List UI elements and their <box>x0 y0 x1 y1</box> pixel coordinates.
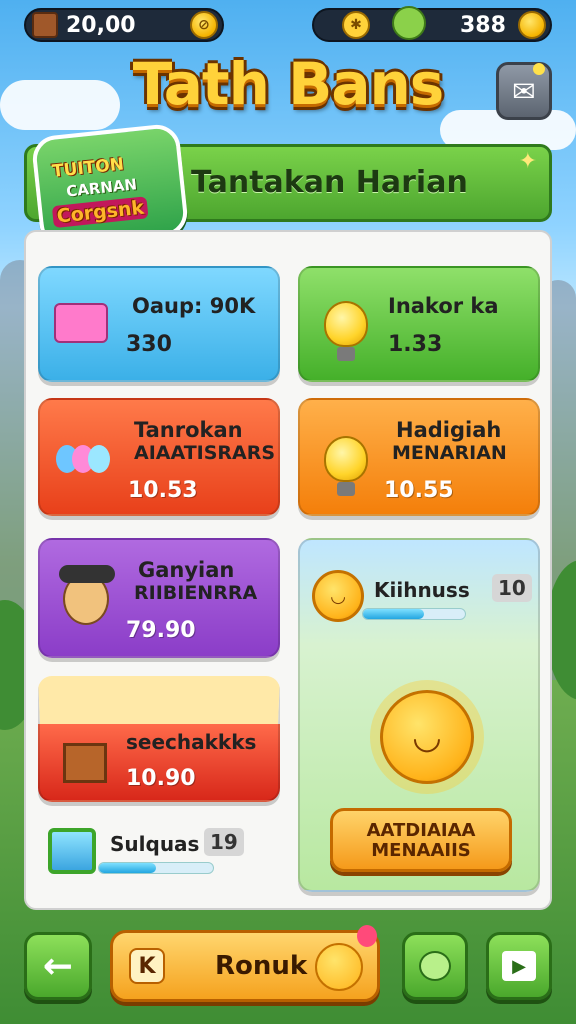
currency-right: ✱ 388 <box>312 6 552 42</box>
mascot-icon <box>315 943 363 991</box>
task-header: 1.Gutlias <box>92 682 213 714</box>
task-value: 10.55 <box>384 478 454 503</box>
main-action-label: Ronuk <box>215 951 308 981</box>
task-name-line2: AIAATISRARS <box>134 442 276 464</box>
currency-left-value: 20,00 <box>66 12 136 38</box>
streak-progress <box>362 608 466 620</box>
sun-reward-icon: ◡ <box>380 690 474 784</box>
task-value: 10.90 <box>126 766 196 791</box>
progress-bar <box>98 862 214 874</box>
task-name-line1: Tanrokan <box>134 418 243 442</box>
character-avatar-icon <box>54 554 118 644</box>
balloon-icon <box>357 925 377 947</box>
currency-left: 20,00 ⊘ <box>24 8 224 42</box>
task-card-3[interactable]: Tanrokan AIAATISRARS 10.53 <box>38 398 280 516</box>
claim-line2: MENAAIIS <box>371 840 471 861</box>
sparkle-icon: ✦ <box>518 149 537 174</box>
badge-line3: Corgsnk <box>51 196 150 229</box>
progress-label: Sulquas <box>110 832 200 856</box>
sun-mascot-icon: ◡ <box>312 570 364 622</box>
task-card-1[interactable]: Oaup: 90K 330 <box>38 266 280 382</box>
chat-bubble-icon <box>419 951 451 981</box>
gear-icon[interactable]: ✱ <box>342 11 370 39</box>
play-icon: ▶ <box>502 951 536 981</box>
lightbulb-icon <box>314 286 378 362</box>
currency-right-value: 388 <box>460 12 506 38</box>
task-card-4[interactable]: Hadigiah MENARIAN 10.55 <box>298 398 540 516</box>
streak-label: Kiihnuss <box>374 578 470 602</box>
bottom-progress: Sulquas 19 <box>44 822 280 882</box>
bottom-bar: ← K Ronuk ▶ <box>0 925 576 1006</box>
video-button[interactable]: ▶ <box>486 932 552 1000</box>
task-value: 1.33 <box>388 332 443 357</box>
chest-icon <box>32 12 58 38</box>
notification-dot <box>533 63 545 75</box>
envelope-icon: ✉ <box>512 74 536 108</box>
task-name: Oaup: 90K <box>132 294 256 318</box>
mail-button[interactable]: ✉ <box>496 62 552 120</box>
task-name-line2: RIIBIENRRA <box>134 582 258 604</box>
top-bar: 20,00 ⊘ ✱ 388 <box>0 6 576 46</box>
balloons-icon <box>48 422 118 496</box>
progress-count: 19 <box>204 828 244 856</box>
cube-icon <box>48 828 96 874</box>
banner-title: Tantakan Harian <box>191 165 468 200</box>
chat-button[interactable] <box>402 932 468 1000</box>
claim-reward-button[interactable]: AATDIAIAA MENAAIIS <box>330 808 512 872</box>
task-name: seechakkks <box>126 730 257 754</box>
task-name-line1: Ganyian <box>138 558 235 582</box>
frog-icon <box>392 6 426 40</box>
task-name: Inakor ka <box>388 294 499 318</box>
k-icon: K <box>129 948 165 984</box>
back-button[interactable]: ← <box>24 932 92 1000</box>
coin-icon[interactable] <box>518 11 546 39</box>
task-card-2[interactable]: Inakor ka 1.33 <box>298 266 540 382</box>
main-action-button[interactable]: K Ronuk <box>110 925 380 1002</box>
lightbulb-icon <box>314 420 378 498</box>
task-value: 330 <box>126 332 172 357</box>
task-name-line1: Hadigiah <box>396 418 502 442</box>
island-icon <box>50 288 112 358</box>
coin-icon[interactable]: ⊘ <box>190 11 218 39</box>
streak-count: 10 <box>492 574 532 602</box>
claim-line1: AATDIAIAA <box>366 820 476 841</box>
task-card-6[interactable]: 1.Gutlias seechakkks 10.90 <box>38 676 280 802</box>
task-value: 79.90 <box>126 618 196 643</box>
arrow-left-icon: ← <box>42 945 74 987</box>
page-title: Tath Bans <box>132 50 445 118</box>
task-value: 10.53 <box>128 478 198 503</box>
task-name-line2: MENARIAN <box>392 442 507 464</box>
crate-icon <box>50 730 120 796</box>
task-card-5[interactable]: Ganyian RIIBIENRRA 79.90 <box>38 538 280 658</box>
